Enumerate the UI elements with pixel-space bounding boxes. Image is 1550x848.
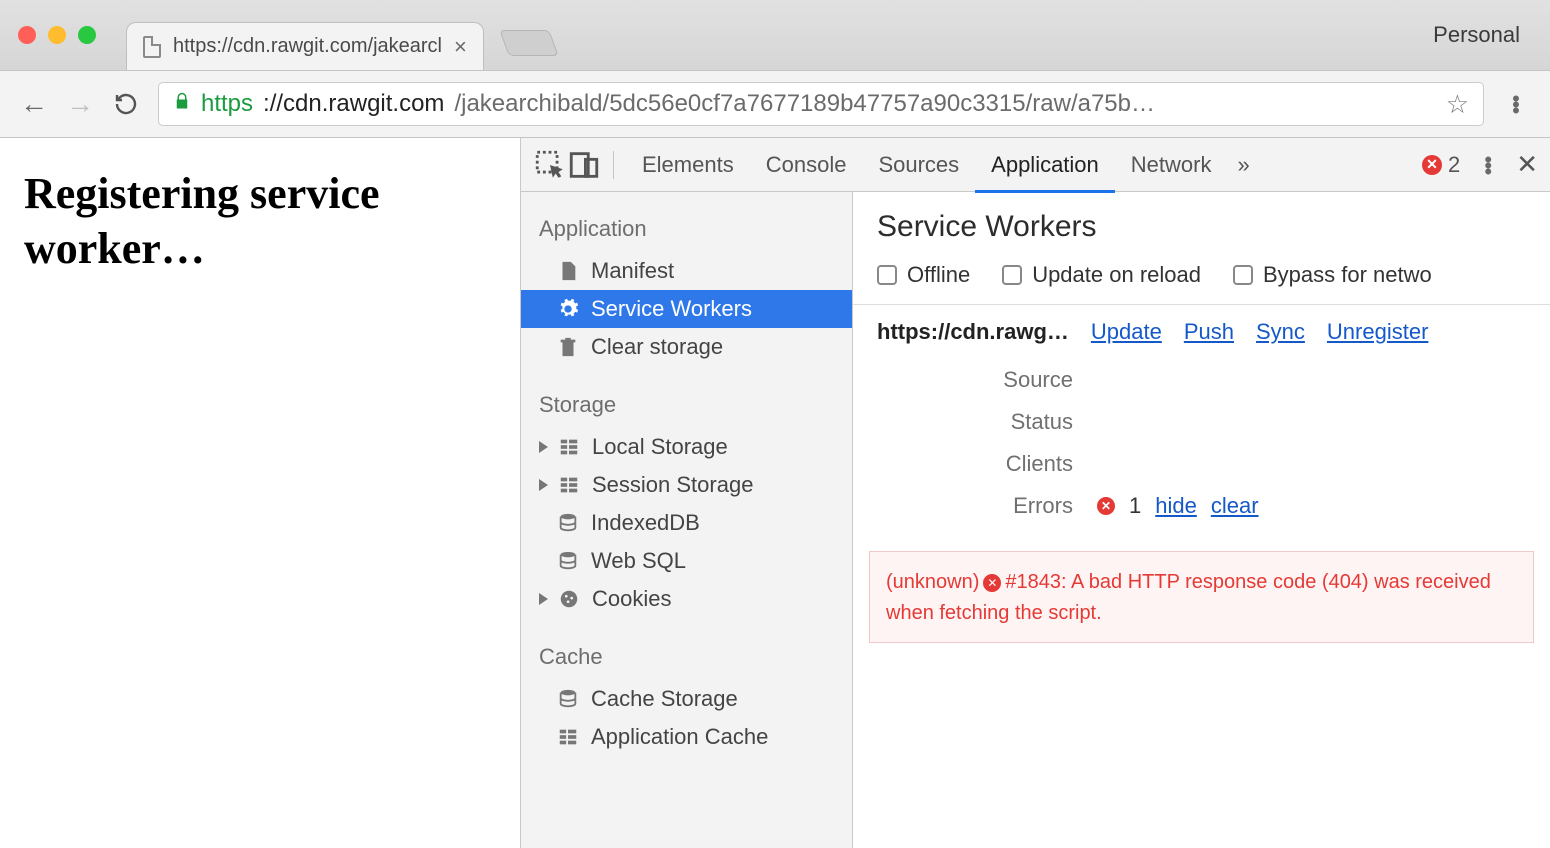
sw-origin-row: https://cdn.rawg… Update Push Sync Unreg… [853,305,1550,359]
sw-status-row: Status [853,401,1550,443]
page-viewport: Registering service worker… [0,138,520,848]
error-icon: ✕ [1422,155,1442,175]
reload-button[interactable] [112,90,140,118]
browser-tab-strip: https://cdn.rawgit.com/jakearcl × Person… [0,0,1550,70]
browser-toolbar: ← → https ://cdn.rawgit.com /jakearchiba… [0,70,1550,138]
tab-sources[interactable]: Sources [862,138,975,192]
sidebar-heading-cache: Cache [521,636,852,680]
file-icon [143,36,161,58]
back-button[interactable]: ← [20,90,48,118]
error-badge[interactable]: ✕ 2 [1422,152,1460,178]
gear-icon [557,298,579,320]
sidebar-item-application-cache[interactable]: Application Cache [521,718,852,756]
devtools-panel: Elements Console Sources Application Net… [520,138,1550,848]
sidebar-item-clear-storage[interactable]: Clear storage [521,328,852,366]
sidebar-item-web-sql[interactable]: Web SQL [521,542,852,580]
sidebar-heading-storage: Storage [521,384,852,428]
cookie-icon [558,588,580,610]
address-bar[interactable]: https ://cdn.rawgit.com /jakearchibald/5… [158,82,1484,126]
sw-source-row: Source [853,359,1550,401]
chevron-right-icon [539,441,548,453]
error-source: (unknown) [886,571,979,593]
clear-errors-link[interactable]: clear [1211,493,1259,519]
tab-title: https://cdn.rawgit.com/jakearcl [173,35,442,58]
profile-label[interactable]: Personal [1433,22,1520,48]
page-heading: Registering service worker… [24,166,496,276]
chevron-right-icon [539,593,548,605]
bypass-network-checkbox[interactable]: Bypass for netwo [1233,262,1432,288]
offline-checkbox[interactable]: Offline [877,262,970,288]
error-icon: ✕ [1097,497,1115,515]
grid-icon [558,474,580,496]
sidebar-item-service-workers[interactable]: Service Workers [521,290,852,328]
devtools-menu-button[interactable]: ••• [1474,156,1502,174]
minimize-window-icon[interactable] [48,26,66,44]
sidebar-item-indexeddb[interactable]: IndexedDB [521,504,852,542]
inspect-element-icon[interactable] [533,148,567,182]
update-link[interactable]: Update [1091,319,1162,345]
sync-link[interactable]: Sync [1256,319,1305,345]
device-toolbar-icon[interactable] [567,148,601,182]
lock-icon [173,90,191,118]
separator [613,151,614,179]
database-icon [557,512,579,534]
error-icon: ✕ [983,574,1001,592]
content-area: Registering service worker… Elements Con… [0,138,1550,848]
service-workers-panel: Service Workers Offline Update on reload… [853,192,1550,848]
unregister-link[interactable]: Unregister [1327,319,1428,345]
sidebar-item-session-storage[interactable]: Session Storage [521,466,852,504]
tab-network[interactable]: Network [1115,138,1228,192]
grid-icon [558,436,580,458]
window-controls [18,26,96,44]
application-sidebar: Application Manifest Service Workers Cle… [521,192,853,848]
database-icon [557,688,579,710]
grid-icon [557,726,579,748]
tab-application[interactable]: Application [975,138,1115,192]
browser-menu-button[interactable]: ••• [1502,95,1530,113]
close-window-icon[interactable] [18,26,36,44]
maximize-window-icon[interactable] [78,26,96,44]
hide-errors-link[interactable]: hide [1155,493,1197,519]
url-scheme: https [201,90,253,118]
trash-icon [557,336,579,358]
push-link[interactable]: Push [1184,319,1234,345]
new-tab-button[interactable] [499,30,558,56]
tab-elements[interactable]: Elements [626,138,750,192]
more-tabs-icon[interactable]: » [1227,152,1259,178]
sw-error-count: 1 [1129,493,1141,519]
devtools-toolbar: Elements Console Sources Application Net… [521,138,1550,192]
close-tab-icon[interactable]: × [454,34,467,60]
sw-options-row: Offline Update on reload Bypass for netw… [853,262,1550,304]
sidebar-item-cookies[interactable]: Cookies [521,580,852,618]
url-path: /jakearchibald/5dc56e0cf7a7677189b47757a… [454,90,1155,118]
sidebar-heading-application: Application [521,208,852,252]
update-on-reload-checkbox[interactable]: Update on reload [1002,262,1201,288]
sw-origin: https://cdn.rawg… [877,319,1069,345]
sw-errors-row: Errors ✕ 1 hide clear [853,485,1550,527]
tab-console[interactable]: Console [750,138,863,192]
error-count: 2 [1448,152,1460,178]
browser-tab[interactable]: https://cdn.rawgit.com/jakearcl × [126,22,484,70]
close-devtools-icon[interactable]: ✕ [1516,149,1538,180]
bookmark-star-icon[interactable]: ☆ [1446,89,1469,120]
file-icon [557,260,579,282]
chevron-right-icon [539,479,548,491]
sidebar-item-cache-storage[interactable]: Cache Storage [521,680,852,718]
sidebar-item-manifest[interactable]: Manifest [521,252,852,290]
sidebar-item-local-storage[interactable]: Local Storage [521,428,852,466]
sw-actions: Update Push Sync Unregister [1091,319,1429,345]
database-icon [557,550,579,572]
error-message-box: (unknown)✕#1843: A bad HTTP response cod… [869,551,1534,643]
url-host: ://cdn.rawgit.com [263,90,444,118]
sw-clients-row: Clients [853,443,1550,485]
devtools-body: Application Manifest Service Workers Cle… [521,192,1550,848]
panel-title: Service Workers [853,210,1550,262]
forward-button[interactable]: → [66,90,94,118]
